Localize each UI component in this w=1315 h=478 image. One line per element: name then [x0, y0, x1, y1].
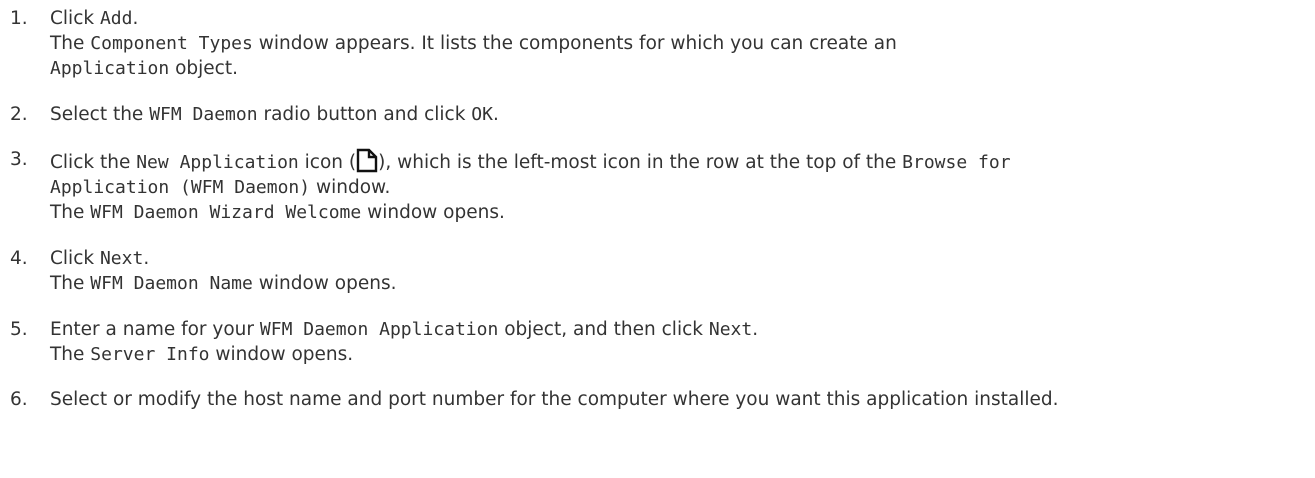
step-instruction: Click the New Application icon (), which…	[50, 147, 1315, 175]
step-instruction: Enter a name for your WFM Daemon Applica…	[50, 319, 759, 340]
new-document-icon	[356, 147, 378, 173]
step-number: 1.	[10, 8, 28, 29]
ui-term: Next	[99, 248, 144, 269]
step-instruction: Click Add.	[50, 8, 139, 29]
procedure-steps: 1. Click Add. The Component Types window…	[0, 0, 1315, 412]
ui-term: WFM Daemon Name	[90, 273, 253, 294]
step-4: 4. Click Next. The WFM Daemon Name windo…	[10, 246, 1315, 296]
step-result: The WFM Daemon Name window opens.	[50, 273, 397, 294]
ui-term: OK	[471, 104, 493, 125]
step-6: 6. Select or modify the host name and po…	[10, 387, 1315, 412]
ui-term: Add	[99, 8, 133, 29]
ui-term: Next	[708, 319, 753, 340]
step-result-continued: Application object.	[50, 58, 238, 79]
step-result: The Component Types window appears. It l…	[50, 33, 897, 54]
ui-term: Application	[50, 58, 170, 79]
step-number: 2.	[10, 104, 28, 125]
ui-term: New Application	[136, 152, 299, 173]
step-result: The Server Info window opens.	[50, 344, 354, 365]
ui-term: Server Info	[90, 344, 210, 365]
step-number: 3.	[10, 149, 28, 170]
step-number: 6.	[10, 389, 28, 410]
ui-term: Application (WFM Daemon)	[50, 177, 311, 198]
step-5: 5. Enter a name for your WFM Daemon Appl…	[10, 317, 1315, 367]
ui-term: WFM Daemon	[149, 104, 258, 125]
step-result: The WFM Daemon Wizard Welcome window ope…	[50, 202, 505, 223]
step-instruction-continued: Application (WFM Daemon) window.	[50, 177, 391, 198]
step-instruction: Click Next.	[50, 248, 150, 269]
step-3: 3. Click the New Application icon (), wh…	[10, 147, 1315, 225]
step-number: 4.	[10, 248, 28, 269]
ui-term: WFM Daemon Wizard Welcome	[90, 202, 362, 223]
ui-term: Browse for	[902, 152, 1011, 173]
step-2: 2. Select the WFM Daemon radio button an…	[10, 102, 1315, 127]
step-1: 1. Click Add. The Component Types window…	[10, 6, 1315, 81]
step-instruction: Select or modify the host name and port …	[50, 389, 1059, 410]
step-instruction: Select the WFM Daemon radio button and c…	[50, 104, 499, 125]
ui-term: WFM Daemon Application	[259, 319, 499, 340]
ui-term: Component Types	[90, 33, 253, 54]
step-number: 5.	[10, 319, 28, 340]
